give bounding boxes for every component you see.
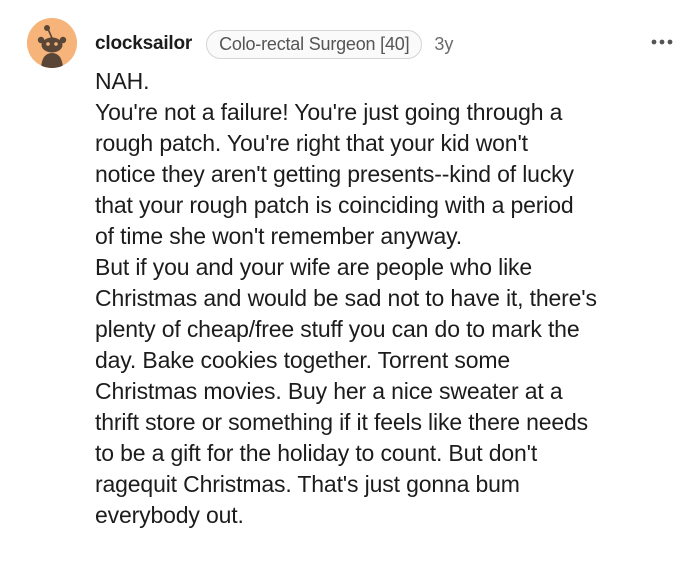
text-line: plenty of cheap/free stuff you can do to… [95,316,580,342]
comment-paragraph: NAH. [95,66,685,97]
username-link[interactable]: clocksailor [95,33,192,55]
snoo-avatar-icon [27,18,77,68]
text-line: day. Bake cookies together. Torrent some [95,347,511,373]
text-line: Christmas movies. Buy her a nice sweater… [95,378,563,404]
text-line: NAH. [95,68,150,94]
user-flair: Colo-rectal Surgeon [40] [206,29,423,59]
comment-paragraph: But if you and your wife are people who … [95,252,685,531]
avatar[interactable] [27,18,77,68]
more-options-button[interactable] [642,30,682,54]
text-line: ragequit Christmas. That's just gonna bu… [95,471,520,497]
comment: clocksailor Colo-rectal Surgeon [40] 3y … [0,0,700,569]
text-line: everybody out. [95,502,244,528]
comment-body: NAH. You're not a failure! You're just g… [95,66,685,531]
comment-header: clocksailor Colo-rectal Surgeon [40] 3y [95,28,453,60]
text-line: rough patch. You're right that your kid … [95,130,528,156]
text-line: of time she won't remember anyway. [95,223,463,249]
text-line: You're not a failure! You're just going … [95,99,563,125]
comment-age[interactable]: 3y [434,34,453,55]
more-options-icon [651,39,673,45]
comment-paragraph: You're not a failure! You're just going … [95,97,685,252]
text-line: to be a gift for the holiday to count. B… [95,440,538,466]
text-line: thrift store or something if it feels li… [95,409,589,435]
text-line: But if you and your wife are people who … [95,254,533,280]
text-line: Christmas and would be sad not to have i… [95,285,597,311]
text-line: notice they aren't getting presents--kin… [95,161,574,187]
text-line: that your rough patch is coinciding with… [95,192,574,218]
